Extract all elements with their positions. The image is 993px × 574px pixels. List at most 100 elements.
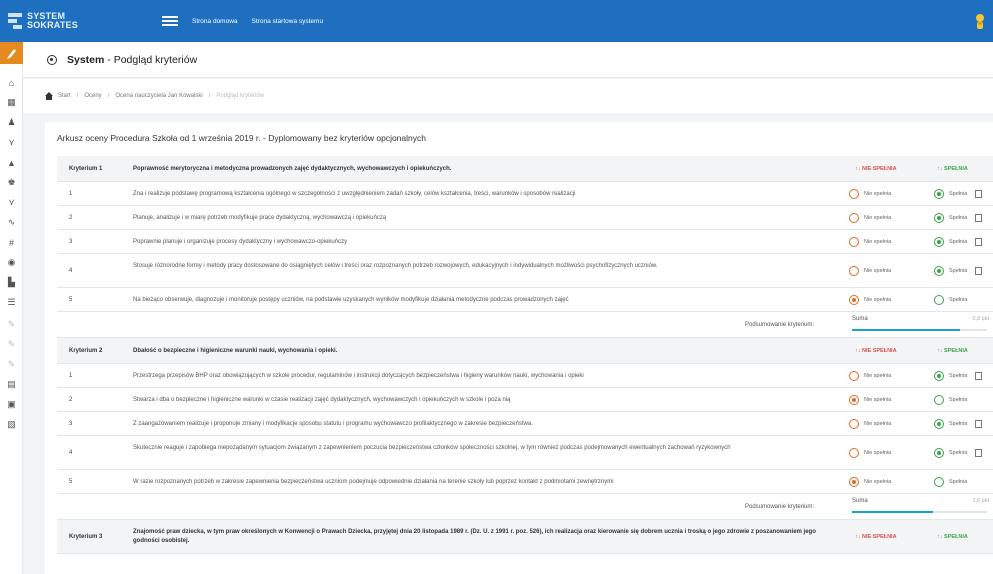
not-meets-radio[interactable]: Nie spełnia: [849, 266, 891, 276]
radio-circle-icon[interactable]: [934, 448, 944, 458]
meets-header: ↑↓ SPEŁNIA: [937, 534, 968, 540]
criterion-item-row: 4 Stosuje różnorodne formy i metody pracy…: [57, 254, 993, 288]
radio-circle-icon[interactable]: [849, 419, 859, 429]
item-text: Planuje, analizuje i w miarę potrzeb mod…: [133, 215, 387, 221]
breadcrumb-oceny[interactable]: Oceny: [84, 93, 101, 99]
radio-circle-icon[interactable]: [934, 395, 944, 405]
note-icon[interactable]: [975, 420, 983, 428]
home-nav-icon[interactable]: ⌂: [5, 76, 18, 89]
sheet-title: Arkusz oceny Procedura Szkoła od 1 wrześ…: [57, 133, 426, 143]
breadcrumb-teacher-evaluation[interactable]: Ocena nauczyciela Jan Kowalski: [115, 93, 202, 99]
building-nav-icon[interactable]: ▦: [5, 96, 18, 109]
summary-progress-track: [852, 329, 987, 331]
activity-nav-icon[interactable]: ∿: [5, 216, 18, 229]
meets-radio[interactable]: Spełnia: [934, 395, 967, 405]
meets-radio[interactable]: Spełnia: [934, 295, 967, 305]
not-meets-radio[interactable]: Nie spełnia: [849, 189, 891, 199]
sum-text: Suma: [852, 498, 868, 504]
pencil-icon[interactable]: [6, 46, 17, 59]
edit-nav-icon[interactable]: ✎: [5, 318, 18, 331]
network-nav-icon[interactable]: ⋎: [5, 136, 18, 149]
sum-value: 1,6 pkt: [972, 498, 989, 504]
item-text: Poprawnie planuje i organizuje procesy d…: [133, 239, 348, 245]
criterion-item-row: 3 Z zaangażowaniem realizuje i proponuje …: [57, 412, 993, 436]
not-meets-radio[interactable]: Nie spełnia: [849, 477, 891, 487]
home-icon[interactable]: [45, 92, 53, 100]
not-meets-radio[interactable]: Nie spełnia: [849, 213, 891, 223]
radio-circle-icon[interactable]: [934, 189, 944, 199]
criterion-item-row: 5 Na bieżąco obserwuje, diagnozuje i moni…: [57, 288, 993, 312]
criterion-summary-row: Podsumowanie kryterium: Suma 0,8 pkt: [57, 312, 993, 338]
page-title-rest: - Podgląd kryteriów: [104, 53, 198, 66]
graduation-cap-icon[interactable]: ▲: [5, 156, 18, 169]
note-icon[interactable]: [975, 449, 983, 457]
not-meets-radio[interactable]: Nie spełnia: [849, 237, 891, 247]
summary-progress-fill: [852, 511, 933, 513]
person-nav-icon[interactable]: ♟: [5, 116, 18, 129]
radio-circle-icon[interactable]: [849, 395, 859, 405]
note-icon[interactable]: [975, 372, 983, 380]
top-bar: SYSTEM SOKRATES Strona domowa Strona sta…: [0, 0, 993, 42]
item-number: 2: [69, 397, 73, 403]
not-meets-label: Nie spełnia: [864, 479, 892, 485]
radio-circle-icon[interactable]: [934, 419, 944, 429]
criterion-name: Kryterium 2: [69, 348, 103, 354]
radio-circle-icon[interactable]: [934, 477, 944, 487]
meets-radio[interactable]: Spełnia: [934, 448, 983, 458]
users-nav-icon[interactable]: ♚: [5, 176, 18, 189]
print-nav-icon[interactable]: ▣: [5, 398, 18, 411]
radio-circle-icon[interactable]: [849, 448, 859, 458]
chart-nav-icon[interactable]: ▙: [5, 276, 18, 289]
eye-nav-icon[interactable]: ◉: [5, 256, 18, 269]
radio-circle-icon[interactable]: [849, 477, 859, 487]
document-nav-icon[interactable]: ▧: [5, 418, 18, 431]
radio-circle-icon[interactable]: [849, 189, 859, 199]
radio-circle-icon[interactable]: [934, 371, 944, 381]
nav-link-system-start[interactable]: Strona startowa systemu: [252, 18, 324, 25]
criterion-item-row: 5 W razie rozpoznanych potrzeb w zakresie…: [57, 470, 993, 494]
note-icon[interactable]: [975, 214, 983, 222]
meets-radio[interactable]: Spełnia: [934, 371, 983, 381]
not-meets-label: Nie spełnia: [864, 191, 892, 197]
radio-circle-icon[interactable]: [849, 213, 859, 223]
radio-circle-icon[interactable]: [934, 266, 944, 276]
not-meets-label: Nie spełnia: [864, 373, 892, 379]
meets-radio[interactable]: Spełnia: [934, 477, 967, 487]
meets-radio[interactable]: Spełnia: [934, 237, 983, 247]
edit-nav-icon-3[interactable]: ✎: [5, 358, 18, 371]
note-icon[interactable]: [975, 190, 983, 198]
breadcrumb: Start / Oceny / Ocena nauczyciela Jan Ko…: [23, 79, 993, 113]
note-icon[interactable]: [975, 267, 983, 275]
meets-radio[interactable]: Spełnia: [934, 419, 983, 429]
meets-radio[interactable]: Spełnia: [934, 189, 983, 199]
not-meets-radio[interactable]: Nie spełnia: [849, 371, 891, 381]
meets-radio[interactable]: Spełnia: [934, 266, 983, 276]
breadcrumb-start[interactable]: Start: [58, 93, 71, 99]
meets-radio[interactable]: Spełnia: [934, 213, 983, 223]
app-logo[interactable]: SYSTEM SOKRATES: [0, 0, 110, 42]
sum-value: 0,8 pkt: [972, 316, 989, 322]
edit-nav-icon-2[interactable]: ✎: [5, 338, 18, 351]
not-meets-radio[interactable]: Nie spełnia: [849, 295, 891, 305]
nav-link-home[interactable]: Strona domowa: [192, 18, 238, 25]
breadcrumb-separator: /: [76, 93, 79, 99]
calendar-nav-icon[interactable]: ▤: [5, 378, 18, 391]
not-meets-label: Nie spełnia: [864, 397, 892, 403]
list-nav-icon[interactable]: ☰: [5, 296, 18, 309]
not-meets-radio[interactable]: Nie spełnia: [849, 419, 891, 429]
not-meets-radio[interactable]: Nie spełnia: [849, 395, 891, 405]
menu-toggle-icon[interactable]: [162, 14, 178, 28]
radio-circle-icon[interactable]: [934, 237, 944, 247]
radio-circle-icon[interactable]: [934, 295, 944, 305]
radio-circle-icon[interactable]: [849, 237, 859, 247]
user-avatar-icon[interactable]: [974, 13, 986, 29]
sitemap-nav-icon[interactable]: ⋎: [5, 196, 18, 209]
radio-circle-icon[interactable]: [849, 266, 859, 276]
not-meets-radio[interactable]: Nie spełnia: [849, 448, 891, 458]
radio-circle-icon[interactable]: [934, 213, 944, 223]
note-icon[interactable]: [975, 238, 983, 246]
radio-circle-icon[interactable]: [849, 295, 859, 305]
grid-nav-icon[interactable]: #: [5, 236, 18, 249]
sidebar: ⌂ ▦ ♟ ⋎ ▲ ♚ ⋎ ∿ # ◉ ▙ ☰ ✎ ✎ ✎ ▤ ▣ ▧: [0, 42, 23, 574]
radio-circle-icon[interactable]: [849, 371, 859, 381]
